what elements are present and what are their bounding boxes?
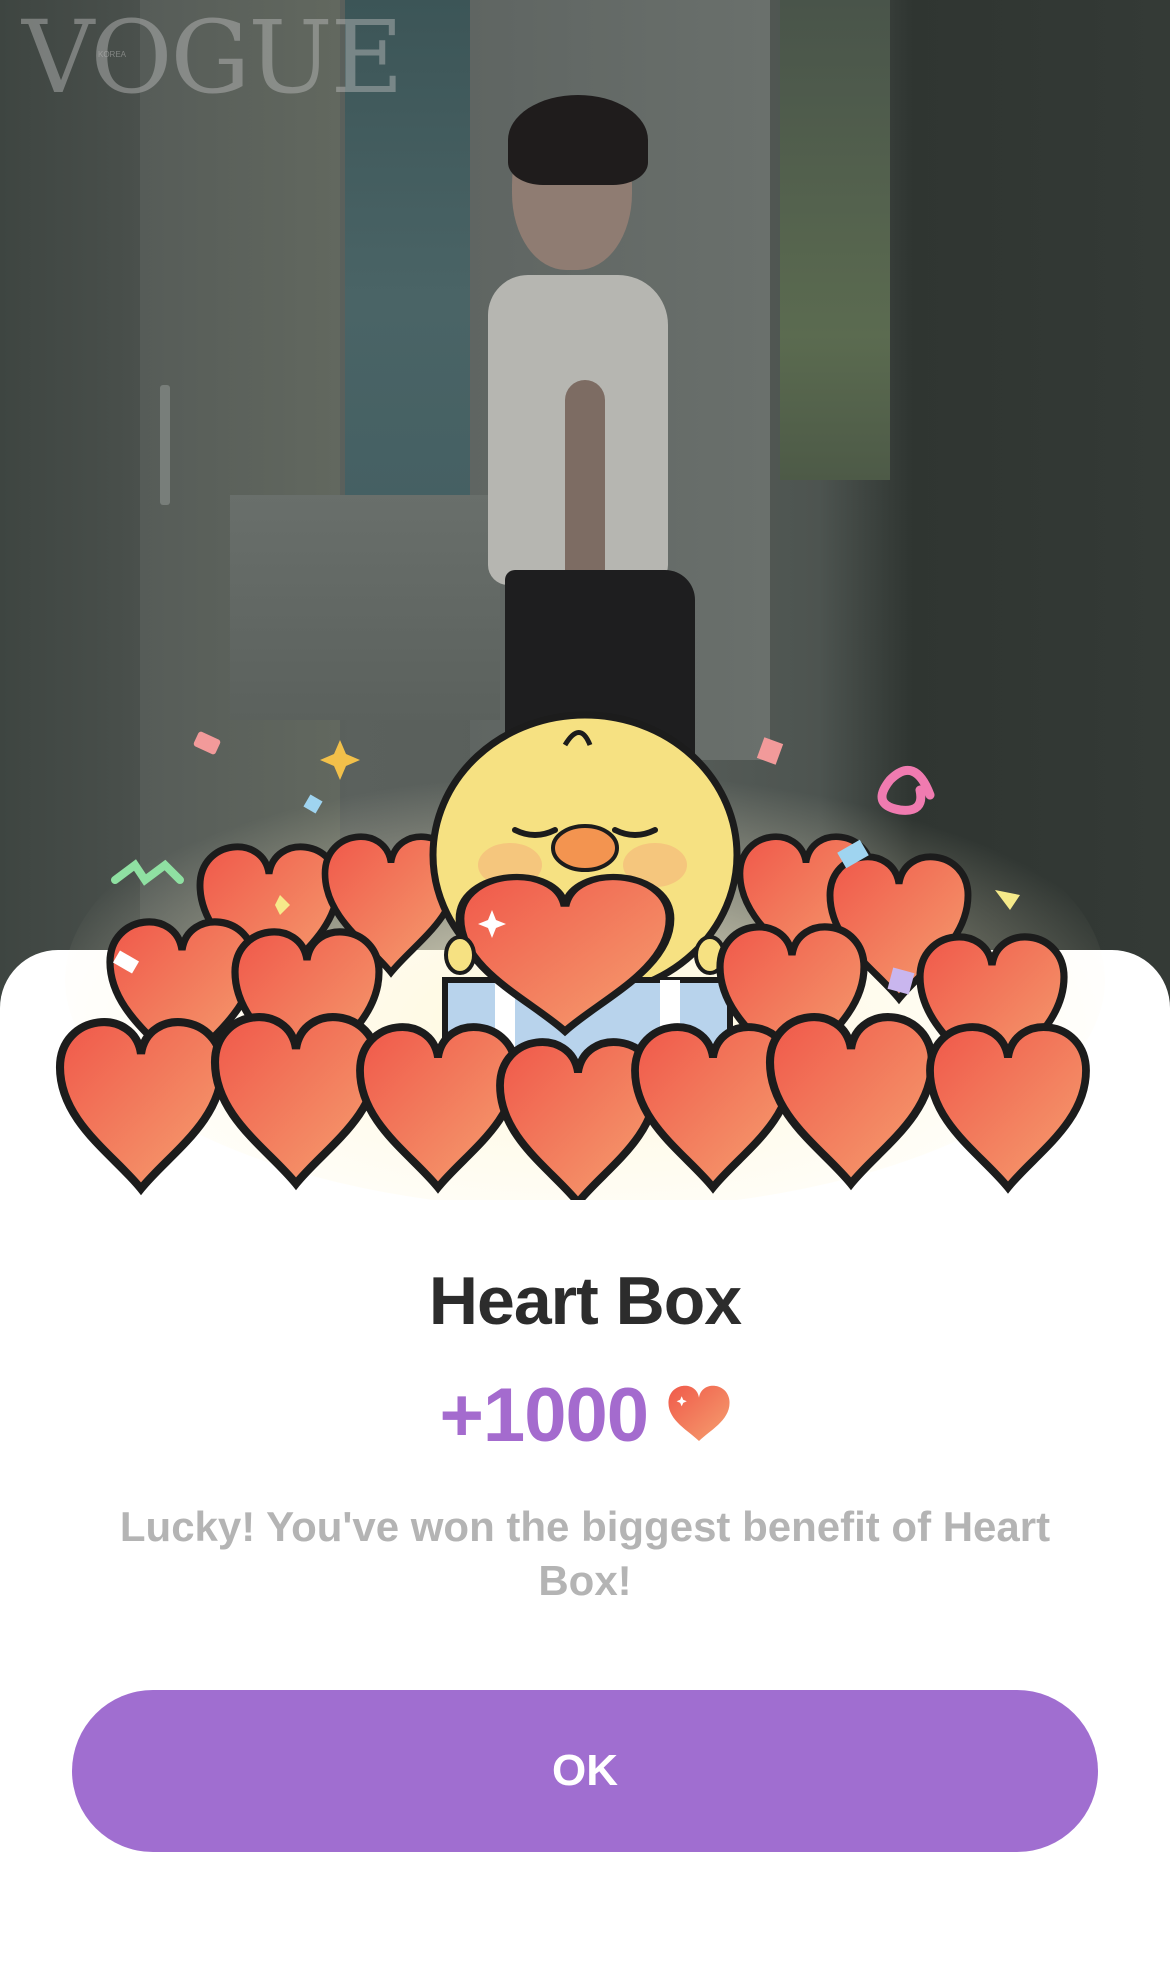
reward-amount-row: +1000 [0,1372,1170,1459]
vogue-watermark-sub: KOREA [98,50,127,59]
vogue-watermark: VOGUE [22,0,404,116]
heart-box-illustration [40,711,1105,1200]
reward-amount: +1000 [439,1373,649,1458]
popup-title: Heart Box [428,1263,742,1339]
heart-icon [668,1385,730,1446]
ok-button[interactable]: OK [72,1690,1098,1852]
reward-message: Lucky! You've won the biggest benefit of… [119,1503,1051,1604]
